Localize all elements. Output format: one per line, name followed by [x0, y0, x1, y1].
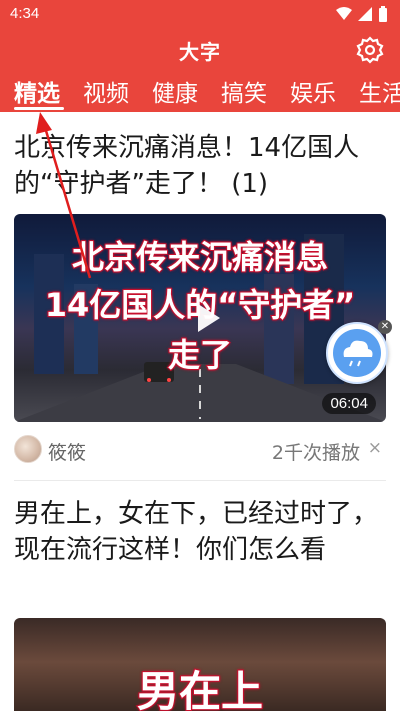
wifi-icon — [336, 7, 352, 20]
status-bar: 4:34 — [0, 0, 400, 28]
status-icons — [336, 6, 388, 22]
tab-jingxuan[interactable]: 精选 — [14, 74, 60, 108]
tab-shenghuo[interactable]: 生活 — [359, 74, 400, 108]
article-title[interactable]: 北京传来沉痛消息！14亿国人的“守护者”走了！ (1) — [14, 130, 386, 202]
close-icon[interactable]: × — [368, 438, 382, 458]
tab-jiankang[interactable]: 健康 — [152, 74, 198, 108]
status-time: 4:34 — [10, 5, 40, 22]
app-bar: 大字 — [0, 30, 400, 70]
weather-close-icon[interactable]: ✕ — [378, 320, 392, 334]
video-overlay-line-1: 男在上 — [136, 666, 264, 711]
tab-yule[interactable]: 娱乐 — [290, 74, 336, 108]
play-count: 2千次播放 — [271, 442, 360, 464]
article-meta: 筱筱 2千次播放 × — [14, 432, 386, 468]
top-bar: 4:34 大字 精选 视频 健康 搞笑 娱乐 生活 — [0, 0, 400, 112]
divider — [14, 480, 386, 481]
news-feed[interactable]: 北京传来沉痛消息！14亿国人的“守护者”走了！ (1) 北京传来沉痛消息 14亿… — [0, 112, 400, 711]
author-name[interactable]: 筱筱 — [48, 438, 86, 465]
category-tabs: 精选 视频 健康 搞笑 娱乐 生活 — [0, 72, 400, 112]
play-icon[interactable] — [184, 296, 228, 340]
battery-icon — [379, 6, 387, 22]
avatar[interactable] — [14, 435, 42, 463]
tab-shipin[interactable]: 视频 — [83, 74, 129, 108]
video-duration: 06:04 — [322, 393, 376, 414]
active-tab-indicator — [14, 107, 64, 110]
signal-icon — [358, 7, 372, 21]
article-title[interactable]: 男在上，女在下，已经过时了，现在流行这样！你们怎么看 — [14, 496, 386, 568]
gear-icon[interactable] — [356, 36, 384, 64]
tab-gaoxiao[interactable]: 搞笑 — [221, 74, 267, 108]
cloud-rain-icon — [333, 329, 381, 377]
video-overlay-line-1: 北京传来沉痛消息 — [71, 237, 329, 277]
video-thumbnail[interactable]: 北京传来沉痛消息 14亿国人的“守护者” 走了 06:04 — [14, 214, 386, 422]
app-logo: 大字 — [179, 40, 221, 64]
video-thumbnail[interactable]: 男在上 — [14, 618, 386, 711]
